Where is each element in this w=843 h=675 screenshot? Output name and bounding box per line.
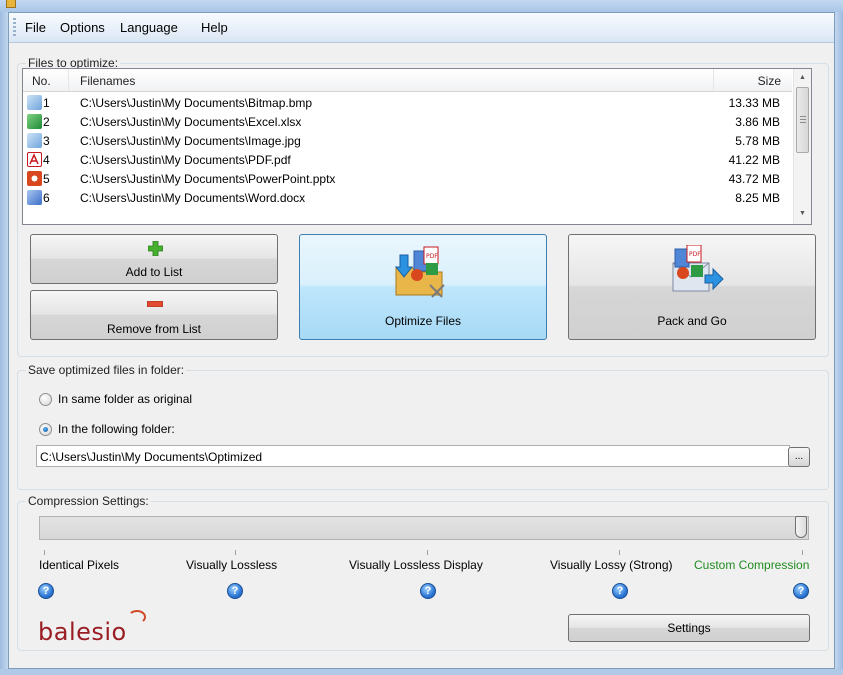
column-separator[interactable]: [713, 69, 714, 91]
help-icon[interactable]: ?: [420, 583, 436, 599]
row-filename: C:\Users\Justin\My Documents\Word.docx: [80, 191, 306, 205]
main-window: File Options Language Help Files to opti…: [8, 12, 835, 669]
menu-bar: File Options Language Help: [9, 13, 834, 43]
help-icon[interactable]: ?: [38, 583, 54, 599]
optimize-files-icon: PDF: [394, 246, 445, 298]
help-icon[interactable]: ?: [793, 583, 809, 599]
help-icon[interactable]: ?: [612, 583, 628, 599]
row-filename: C:\Users\Justin\My Documents\Excel.xlsx: [80, 115, 302, 129]
row-number: 5: [43, 172, 50, 186]
balesio-logo: balesio: [38, 618, 127, 646]
radio-same-folder[interactable]: [39, 393, 52, 406]
image-file-icon: [27, 133, 42, 148]
row-number: 3: [43, 134, 50, 148]
menu-options[interactable]: Options: [58, 20, 107, 35]
row-size: 13.33 MB: [728, 96, 780, 110]
compression-slider-thumb[interactable]: [795, 516, 807, 538]
app-icon: [6, 0, 16, 8]
compression-slider-track[interactable]: [39, 516, 809, 540]
row-number: 6: [43, 191, 50, 205]
table-row[interactable]: 1 C:\Users\Justin\My Documents\Bitmap.bm…: [23, 93, 792, 112]
row-filename: C:\Users\Justin\My Documents\Bitmap.bmp: [80, 96, 313, 110]
add-to-list-button[interactable]: Add to List: [30, 234, 278, 284]
row-filename: C:\Users\Justin\My Documents\Image.jpg: [80, 134, 301, 148]
menu-language[interactable]: Language: [118, 20, 180, 35]
remove-from-list-label: Remove from List: [106, 322, 202, 336]
scroll-down-arrow-icon[interactable]: ▼: [794, 205, 811, 222]
word-file-icon: [27, 190, 42, 205]
plus-icon: [148, 241, 163, 256]
row-number: 1: [43, 96, 50, 110]
row-filename: C:\Users\Justin\My Documents\PowerPoint.…: [80, 172, 336, 186]
row-size: 5.78 MB: [735, 134, 780, 148]
help-icon[interactable]: ?: [227, 583, 243, 599]
menu-help[interactable]: Help: [199, 20, 230, 35]
svg-text:PDF: PDF: [689, 251, 701, 258]
save-folder-group-label: Save optimized files in folder:: [26, 363, 187, 377]
scrollbar-thumb[interactable]: [796, 87, 809, 153]
scroll-up-arrow-icon[interactable]: ▲: [794, 69, 811, 86]
menu-file[interactable]: File: [23, 20, 48, 35]
table-row[interactable]: 5 C:\Users\Justin\My Documents\PowerPoin…: [23, 169, 792, 188]
window-frame-left: [0, 12, 8, 675]
column-filenames[interactable]: Filenames: [80, 74, 135, 88]
window-titlebar[interactable]: [0, 0, 843, 12]
column-size[interactable]: Size: [758, 74, 781, 88]
level-visually-lossless-display[interactable]: Visually Lossless Display: [349, 558, 483, 572]
radio-same-folder-label[interactable]: In same folder as original: [58, 392, 192, 406]
column-no[interactable]: No.: [32, 74, 51, 88]
pdf-file-icon: [27, 152, 42, 167]
settings-button[interactable]: Settings: [568, 614, 810, 642]
row-number: 4: [43, 153, 50, 167]
menu-grip: [13, 18, 16, 38]
minus-icon: [147, 301, 163, 307]
logo-swoosh-icon: [128, 610, 146, 624]
slider-tick: [427, 550, 428, 555]
slider-tick: [802, 550, 803, 555]
table-row[interactable]: 3 C:\Users\Justin\My Documents\Image.jpg…: [23, 131, 792, 150]
compression-group-label: Compression Settings:: [26, 494, 151, 508]
optimize-files-button[interactable]: PDF Optimize Files: [299, 234, 547, 340]
file-list-scrollbar[interactable]: ▲ ▼: [793, 69, 811, 224]
remove-from-list-button[interactable]: Remove from List: [30, 290, 278, 340]
image-file-icon: [27, 95, 42, 110]
powerpoint-file-icon: [27, 171, 42, 186]
excel-file-icon: [27, 114, 42, 129]
svg-text:PDF: PDF: [426, 253, 438, 260]
pack-and-go-icon: PDF: [672, 245, 724, 292]
row-size: 8.25 MB: [735, 191, 780, 205]
window-frame-right: [835, 12, 843, 675]
slider-tick: [235, 550, 236, 555]
row-filename: C:\Users\Justin\My Documents\PDF.pdf: [80, 153, 291, 167]
file-list[interactable]: No. Filenames Size 1 C:\Users\Justin\My …: [22, 68, 812, 225]
row-size: 41.22 MB: [728, 153, 780, 167]
row-number: 2: [43, 115, 50, 129]
level-visually-lossless[interactable]: Visually Lossless: [186, 558, 277, 572]
browse-folder-button[interactable]: ...: [788, 447, 810, 467]
level-identical-pixels[interactable]: Identical Pixels: [39, 558, 119, 572]
scrollbar-grip: [800, 116, 806, 123]
level-custom-compression[interactable]: Custom Compression: [694, 558, 809, 572]
row-size: 43.72 MB: [728, 172, 780, 186]
optimize-files-label: Optimize Files: [384, 314, 461, 328]
pack-and-go-label: Pack and Go: [657, 314, 727, 328]
radio-following-folder[interactable]: [39, 423, 52, 436]
table-row[interactable]: 2 C:\Users\Justin\My Documents\Excel.xls…: [23, 112, 792, 131]
table-row[interactable]: 4 C:\Users\Justin\My Documents\PDF.pdf 4…: [23, 150, 792, 169]
row-size: 3.86 MB: [735, 115, 780, 129]
add-to-list-label: Add to List: [125, 265, 183, 279]
slider-tick: [619, 550, 620, 555]
folder-path-input[interactable]: C:\Users\Justin\My Documents\Optimized: [36, 445, 790, 467]
radio-following-folder-label[interactable]: In the following folder:: [58, 422, 175, 436]
level-visually-lossy-strong[interactable]: Visually Lossy (Strong): [550, 558, 673, 572]
file-list-header: No. Filenames Size: [23, 69, 792, 92]
column-separator[interactable]: [68, 69, 69, 91]
slider-tick: [44, 550, 45, 555]
table-row[interactable]: 6 C:\Users\Justin\My Documents\Word.docx…: [23, 188, 792, 207]
pack-and-go-button[interactable]: PDF Pack and Go: [568, 234, 816, 340]
window-frame-bottom: [0, 669, 843, 675]
